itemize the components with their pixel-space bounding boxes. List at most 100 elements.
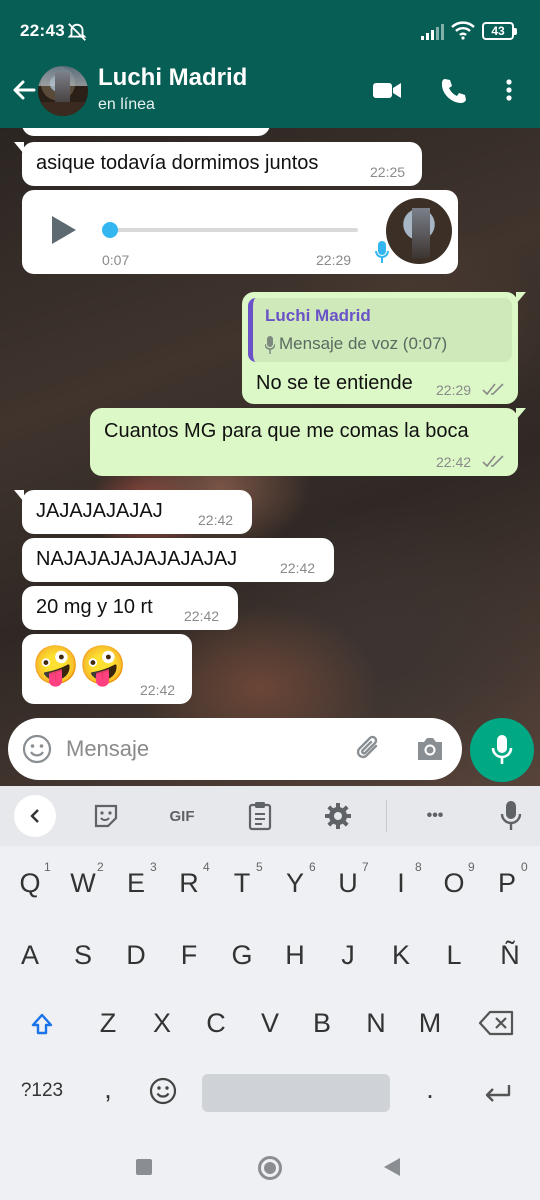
quoted-text: Mensaje de voz (0:07) [279,334,448,353]
message-text: No se te entiende [256,372,413,394]
clipboard-icon[interactable] [248,800,272,832]
space-bar[interactable] [202,1074,390,1112]
voice-progress-track[interactable] [108,228,358,232]
key-d[interactable]: D [116,940,156,971]
keyboard-toolbar: GIF ••• [0,786,540,846]
key-m[interactable]: M [410,1008,450,1039]
top-bar: 22:43 43 Luchi Madrid en línea [0,0,540,128]
key-t[interactable]: T5 [222,860,263,899]
status-time: 22:43 [20,21,65,40]
emoji-icon[interactable] [22,734,52,764]
symbols-key[interactable]: ?123 [12,1080,72,1102]
key-f[interactable]: F [169,940,209,971]
message-bubble-out[interactable]: Luchi Madrid Mensaje de voz (0:07) No se… [242,292,526,404]
quoted-message[interactable]: Luchi Madrid Mensaje de voz (0:07) [248,298,512,362]
backspace-icon[interactable] [478,1010,514,1036]
key-period[interactable]: . [410,1074,450,1105]
key-j[interactable]: J [328,940,368,971]
key-p[interactable]: P0 [487,860,528,899]
emoji-icon[interactable] [148,1076,178,1106]
key-i[interactable]: I8 [381,860,421,899]
message-bubble-in[interactable]: NAJAJAJAJAJAJAJAJ 22:42 [22,538,334,582]
status-bar: 22:43 43 [0,0,540,62]
system-nav-bar [0,1136,540,1200]
home-button[interactable] [258,1156,282,1180]
message-time: 22:42 [198,512,234,528]
key-b[interactable]: B [302,1008,342,1039]
contact-name[interactable]: Luchi Madrid [98,64,247,92]
contact-avatar[interactable] [38,66,88,116]
chevron-left-icon [30,809,39,823]
mic-icon [491,735,513,764]
emoji-message-text: 🤪🤪 [32,645,127,687]
voice-sender-avatar [386,198,452,264]
message-time: 22:42 [140,682,176,698]
message-time: 22:42 [184,608,220,624]
back-button[interactable] [384,1158,400,1176]
key-k[interactable]: K [381,940,421,971]
alarm-off-icon [67,23,87,41]
message-text: 20 mg y 10 rt [36,596,153,618]
key-o[interactable]: O9 [434,860,474,899]
play-icon[interactable] [52,216,76,244]
message-composer[interactable]: Mensaje [8,718,462,780]
message-bubble-in[interactable]: JAJAJAJAJAJ 22:42 [14,490,252,534]
mic-icon [375,241,389,263]
double-check-icon [482,455,504,468]
message-text: NAJAJAJAJAJAJAJAJ [36,548,238,570]
key-s[interactable]: S [63,940,103,971]
key-x[interactable]: X [142,1008,182,1039]
mic-icon [265,336,275,354]
key-enye[interactable]: Ñ [490,940,530,971]
key-y[interactable]: Y6 [275,860,316,899]
voice-duration: 0:07 [102,252,130,268]
message-bubble-in[interactable]: 20 mg y 10 rt 22:42 [22,586,238,630]
attach-icon[interactable] [354,732,384,766]
voice-record-button[interactable] [470,718,534,782]
message-bubble-in[interactable]: 🤪🤪 22:42 [22,634,192,704]
camera-icon[interactable] [414,734,446,764]
phone-icon[interactable] [438,76,468,104]
key-a[interactable]: A [10,940,50,971]
voice-progress-knob[interactable] [102,222,118,238]
more-vert-icon[interactable] [496,76,522,104]
keyboard: GIF ••• Q1 W2 E3 R4 T5 Y6 U7 I8 O9 P0 A … [0,786,540,1136]
key-w[interactable]: W2 [63,860,103,899]
toolbar-divider [386,800,387,832]
video-call-icon[interactable] [372,76,402,104]
key-comma[interactable]: , [88,1074,128,1105]
double-check-icon [482,383,504,396]
key-h[interactable]: H [275,940,315,971]
key-e[interactable]: E3 [116,860,157,899]
message-time: 22:29 [316,252,352,268]
key-g[interactable]: G [222,940,262,971]
message-text: Cuantos MG para que me comas la boca [104,420,469,442]
shift-arrow-icon[interactable] [30,1012,54,1036]
key-n[interactable]: N [356,1008,396,1039]
key-r[interactable]: R4 [169,860,209,899]
enter-return-icon[interactable] [482,1082,512,1106]
voice-message-bubble[interactable]: 0:07 22:29 [22,190,458,274]
key-u[interactable]: U7 [328,860,368,899]
sticker-icon[interactable] [92,800,120,832]
signal-icon [421,24,444,40]
message-time: 22:25 [370,164,406,180]
message-bubble-in[interactable]: asique todavía dormimos juntos 22:25 [14,142,422,186]
battery-level: 43 [491,24,505,38]
recents-button[interactable] [136,1159,152,1175]
key-q[interactable]: Q1 [10,860,50,899]
key-z[interactable]: Z [88,1008,128,1039]
key-v[interactable]: V [250,1008,290,1039]
toolbar-back-button[interactable] [14,795,56,837]
message-time: 22:29 [436,382,472,398]
key-l[interactable]: L [434,940,474,971]
voice-typing-mic-icon[interactable] [500,800,522,832]
message-input-placeholder[interactable]: Mensaje [66,736,149,762]
battery-indicator: 43 [482,22,517,40]
back-arrow-icon[interactable] [8,74,40,106]
key-c[interactable]: C [196,1008,236,1039]
settings-gear-icon[interactable] [324,800,352,832]
more-options-button[interactable]: ••• [418,800,452,832]
message-bubble-out[interactable]: Cuantos MG para que me comas la boca 22:… [90,408,526,476]
gif-button[interactable]: GIF [162,800,202,832]
